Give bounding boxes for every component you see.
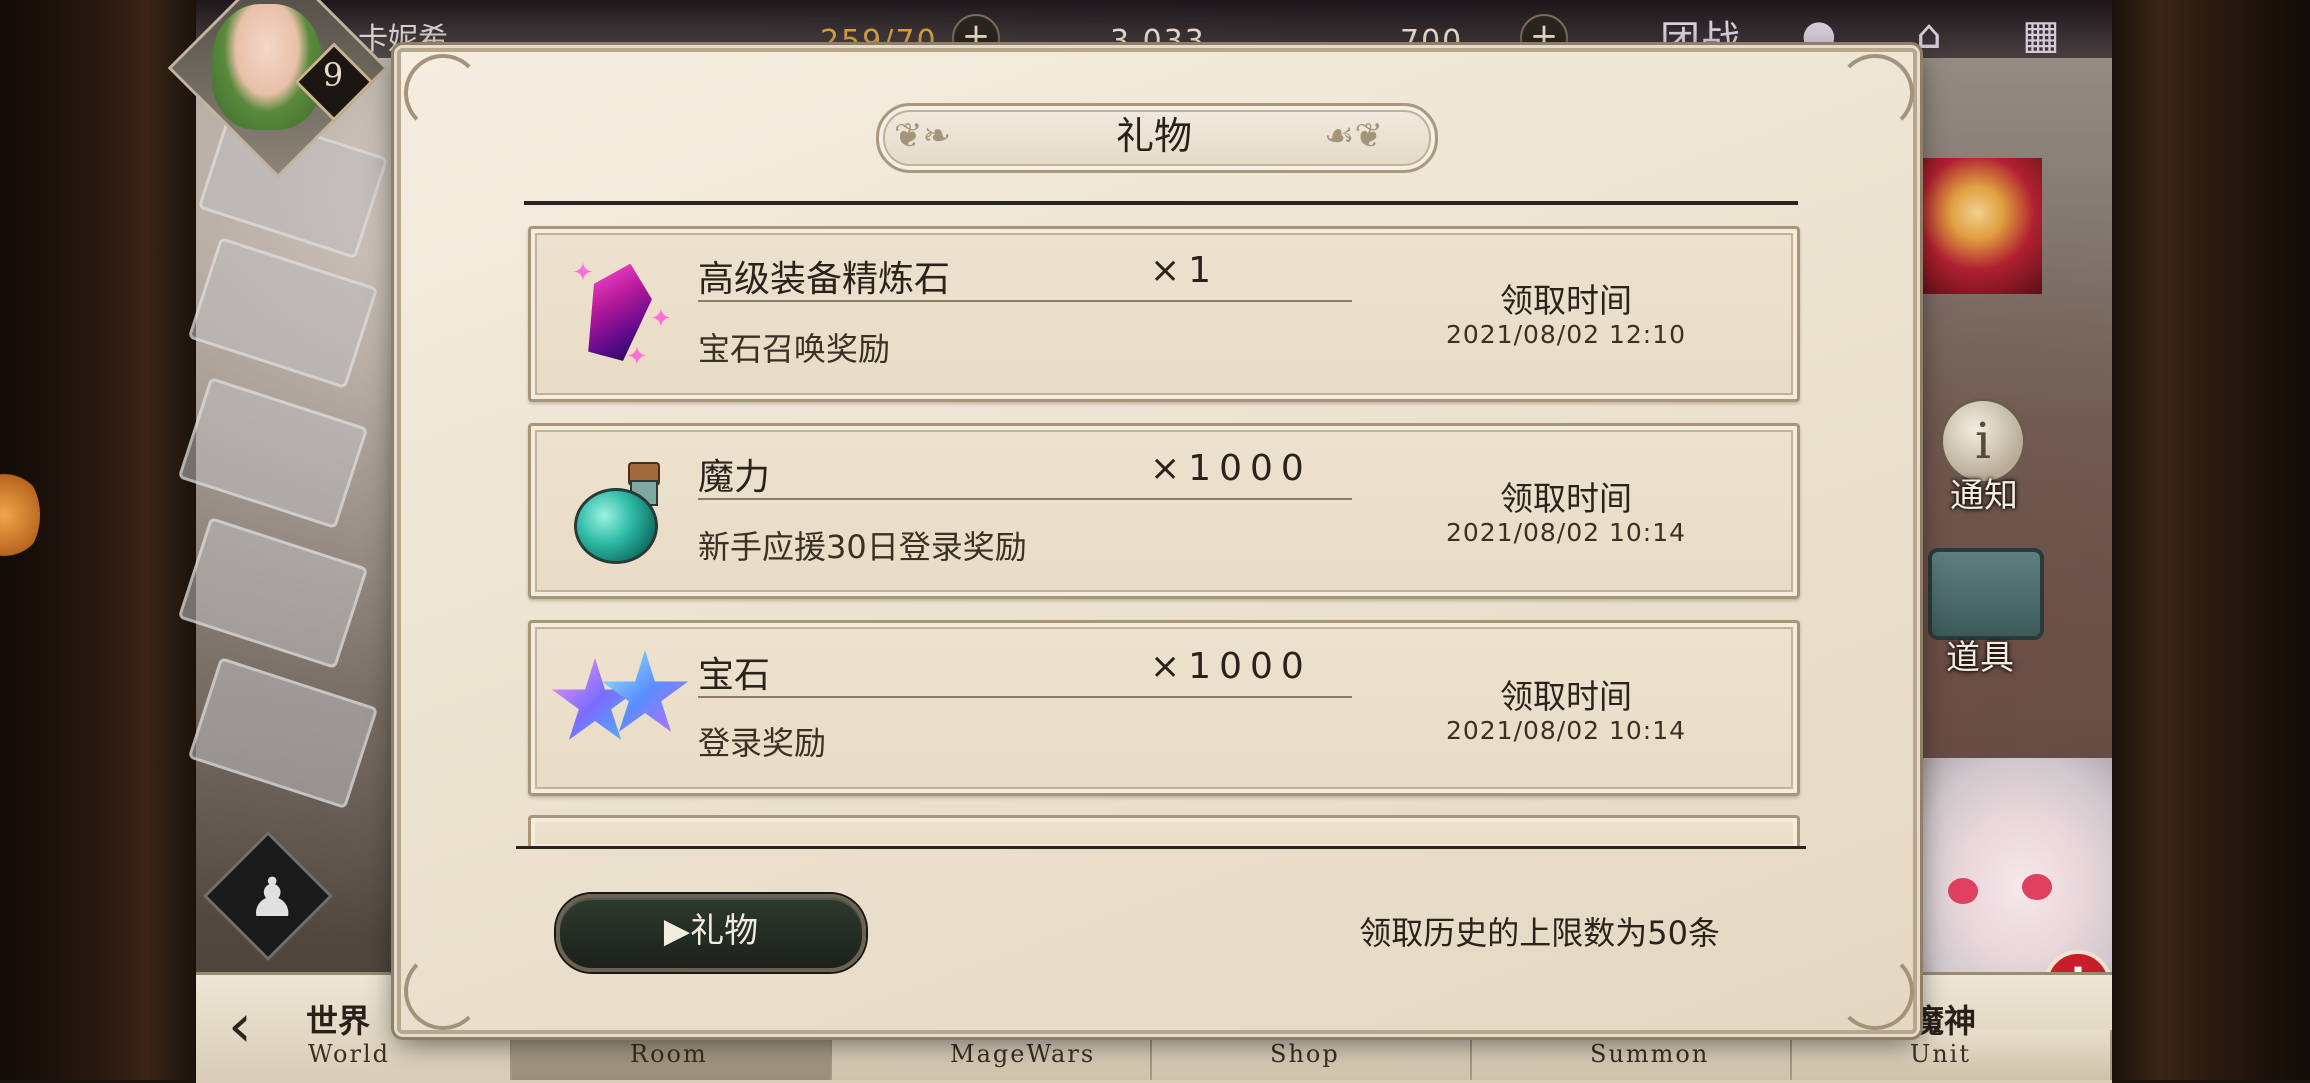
divider xyxy=(516,846,1806,849)
item-name: 宝石 xyxy=(698,655,771,696)
nav-unit-label[interactable]: 魔神 xyxy=(1912,996,1976,1042)
notice-label[interactable]: 通知 xyxy=(1950,468,2018,517)
corner-ornament xyxy=(404,54,482,132)
item-name: 高级装备精炼石 xyxy=(698,259,951,300)
gift-history-item-partial xyxy=(528,815,1800,848)
nav-shop-en[interactable]: Shop xyxy=(1270,1040,1340,1068)
nav-room-en[interactable]: Room xyxy=(630,1040,708,1068)
items-label[interactable]: 道具 xyxy=(1946,630,2014,679)
item-quantity: ×1000 xyxy=(1150,448,1312,489)
chevron-left-icon[interactable]: ‹ xyxy=(228,996,252,1056)
corner-ornament xyxy=(1836,952,1914,1030)
gift-box-button[interactable]: ▶礼物 xyxy=(556,894,866,972)
chibi-figure-icon[interactable]: ♟ xyxy=(248,866,296,930)
sparkle-icon: ✦ xyxy=(650,304,672,334)
history-limit-note: 领取历史的上限数为50条 xyxy=(1359,914,1720,952)
claim-time-value: 2021/08/02 10:14 xyxy=(1445,518,1687,547)
item-quantity: ×1 xyxy=(1150,250,1220,291)
menu-grid-icon[interactable]: ▦ xyxy=(2012,12,2070,58)
item-name: 魔力 xyxy=(698,457,771,498)
item-underline xyxy=(698,300,1352,302)
item-quantity: ×1000 xyxy=(1150,646,1312,687)
avatar[interactable] xyxy=(212,4,322,130)
mana-potion-icon xyxy=(574,488,658,564)
corner-ornament xyxy=(1836,54,1914,132)
nav-world-label[interactable]: 世界 xyxy=(306,996,370,1042)
character-eye xyxy=(2022,874,2052,900)
claim-time-label: 领取时间 xyxy=(1500,677,1632,716)
item-underline xyxy=(698,696,1352,698)
ornament-icon: ❦❧ xyxy=(894,116,951,156)
claim-time-value: 2021/08/02 12:10 xyxy=(1445,320,1687,349)
level-number: 9 xyxy=(322,56,344,94)
nav-world-en[interactable]: World xyxy=(308,1040,390,1068)
item-source: 登录奖励 xyxy=(698,724,827,762)
nav-unit-en[interactable]: Unit xyxy=(1910,1040,1971,1068)
dialog-title: 礼物 xyxy=(1115,114,1192,158)
right-frame xyxy=(2112,0,2310,1080)
claim-time-label: 领取时间 xyxy=(1500,479,1632,518)
claim-time-value: 2021/08/02 10:14 xyxy=(1445,716,1687,745)
item-source: 宝石召唤奖励 xyxy=(698,330,891,368)
sparkle-icon: ✦ xyxy=(626,342,648,372)
hero-portrait[interactable] xyxy=(1912,158,2042,294)
character-portrait xyxy=(1912,758,2112,972)
nav-magewars-en[interactable]: MageWars xyxy=(950,1040,1095,1068)
chest-icon[interactable] xyxy=(1928,548,2044,640)
corner-ornament xyxy=(404,952,482,1030)
item-source: 新手应援30日登录奖励 xyxy=(698,528,1027,566)
item-underline xyxy=(698,498,1352,500)
character-eye xyxy=(1948,878,1978,904)
claim-time-label: 领取时间 xyxy=(1500,281,1632,320)
sparkle-icon: ✦ xyxy=(572,258,594,288)
ornament-icon: ☙❦ xyxy=(1324,116,1383,156)
nav-summon-en[interactable]: Summon xyxy=(1590,1040,1709,1068)
divider xyxy=(524,201,1798,205)
